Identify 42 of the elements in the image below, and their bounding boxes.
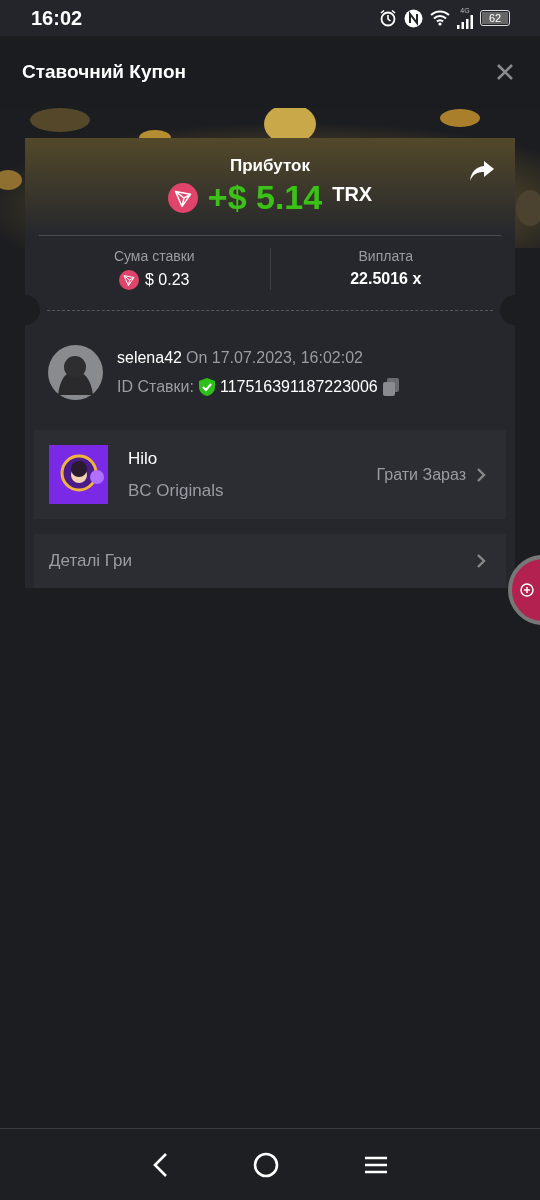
stat-value: $ 0.23	[145, 271, 190, 289]
bet-id: 117516391187223006	[219, 377, 378, 396]
status-time: 16:02	[31, 6, 83, 30]
menu-icon	[363, 1154, 388, 1175]
tron-coin-icon	[119, 270, 139, 290]
game-details-label: Деталі Гри	[49, 551, 134, 571]
chevron-right-icon	[476, 553, 486, 569]
bet-date: On 17.07.2023, 16:02:02	[185, 348, 363, 367]
battery-icon: 62	[480, 10, 510, 26]
wifi-icon	[430, 10, 450, 26]
alarm-clock-icon	[379, 9, 397, 27]
coupon-title: Ставочний Купон	[22, 61, 187, 83]
currency-label: TRX	[332, 183, 373, 206]
back-icon	[152, 1151, 169, 1178]
tron-coin-icon	[167, 182, 198, 213]
stat-label: Сума ставки	[113, 248, 195, 264]
home-icon	[253, 1151, 279, 1178]
play-now-link[interactable]: Грати Зараз	[376, 465, 466, 484]
stat-value: 22.5016 x	[350, 270, 422, 288]
share-button[interactable]	[469, 160, 495, 182]
username: selena42	[117, 348, 182, 367]
menu-button[interactable]	[363, 1154, 388, 1175]
signal-icon	[457, 15, 473, 29]
avatar	[48, 345, 103, 400]
game-row[interactable]: Hilo BC Originals Грати Зараз	[34, 430, 506, 519]
game-thumbnail-icon	[49, 445, 108, 504]
profit-label: Прибуток	[230, 156, 310, 176]
chevron-right-icon	[476, 466, 486, 483]
back-button[interactable]	[152, 1151, 169, 1178]
game-details-row[interactable]: Деталі Гри	[34, 534, 506, 588]
plus-icon	[520, 583, 534, 597]
home-button[interactable]	[253, 1151, 279, 1178]
share-icon	[469, 160, 495, 182]
close-button[interactable]	[496, 63, 514, 81]
nfc-icon	[404, 8, 423, 28]
game-provider: BC Originals	[128, 480, 225, 501]
close-icon	[496, 63, 514, 81]
bet-id-label: ID Ставки:	[117, 377, 194, 396]
profit-amount: +$ 5.14	[207, 178, 323, 217]
copy-icon[interactable]	[381, 376, 400, 397]
game-name: Hilo	[128, 448, 159, 469]
stat-label: Виплата	[358, 248, 413, 264]
